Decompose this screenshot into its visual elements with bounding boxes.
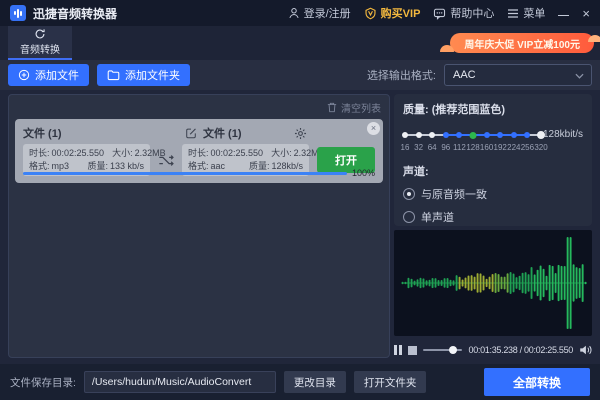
chat-icon: [433, 7, 446, 20]
stop-icon[interactable]: [408, 345, 417, 355]
help-center-button[interactable]: 帮助中心: [433, 5, 494, 21]
login-button[interactable]: 登录/注册: [288, 5, 351, 21]
plus-circle-icon: [18, 69, 30, 81]
save-dir-label: 文件保存目录:: [10, 376, 76, 389]
progress-percent: 100%: [351, 168, 375, 178]
chevron-down-icon: [575, 73, 584, 79]
file-list-panel: 清空列表 文件 (1) 文件 (1) 时长: 00:02:25.550 大小: …: [8, 94, 390, 358]
quality-settings-panel: 质量: (推荐范围蓝色) 16 32 64 96 112 128 160 192…: [394, 94, 592, 247]
target-duration: 00:02:25.550: [210, 148, 264, 158]
volume-icon[interactable]: [579, 344, 592, 356]
file-card: 文件 (1) 文件 (1) 时长: 00:02:25.550 大小: 2.32M…: [15, 119, 383, 183]
toolbar: 添加文件 添加文件夹 选择输出格式: AAC: [0, 60, 600, 90]
pause-icon[interactable]: [394, 345, 402, 355]
quality-label: 质量: (推荐范围蓝色): [403, 104, 506, 116]
radio-selected-icon: [403, 188, 415, 200]
progress-bar: [23, 171, 347, 175]
menu-button[interactable]: 菜单: [507, 5, 545, 21]
rename-icon[interactable]: [185, 127, 197, 139]
bitrate-dot-160[interactable]: [483, 132, 490, 138]
playback-thumb[interactable]: [448, 346, 457, 354]
bitrate-dot-224[interactable]: [510, 132, 517, 138]
bitrate-dot-96[interactable]: [442, 132, 449, 138]
bitrate-dot-64[interactable]: [429, 132, 436, 138]
cloud-decoration: [440, 45, 455, 52]
settings-gear-icon[interactable]: [294, 127, 307, 140]
remove-file-icon[interactable]: ×: [367, 122, 380, 135]
titlebar: 迅捷音频转换器 登录/注册 购买VIP 帮助中心 菜单 ×: [0, 0, 600, 26]
bitrate-dot-16[interactable]: [402, 132, 408, 138]
tab-bar: 音频转换 周年庆大促 VIP立减100元: [0, 26, 600, 60]
app-title: 迅捷音频转换器: [33, 6, 118, 21]
minimize-button[interactable]: [558, 14, 570, 16]
bitrate-dot-192[interactable]: [497, 132, 504, 138]
add-file-button[interactable]: 添加文件: [8, 64, 89, 86]
convert-arrows-icon: [158, 154, 174, 167]
bitrate-slider[interactable]: 16 32 64 96 112 128 160 192 224 256 320: [401, 129, 548, 155]
audio-converter-window: 迅捷音频转换器 登录/注册 购买VIP 帮助中心 菜单 × 音频转换 周年庆大促…: [0, 0, 600, 400]
channel-option-original[interactable]: 与原音频一致: [403, 186, 583, 202]
bitrate-dot-128-selected[interactable]: [469, 131, 477, 139]
open-folder-button[interactable]: 打开文件夹: [353, 371, 427, 393]
clear-list-button[interactable]: 清空列表: [327, 100, 381, 115]
tab-label: 音频转换: [20, 45, 60, 56]
radio-icon: [403, 211, 415, 223]
add-folder-button[interactable]: 添加文件夹: [97, 64, 190, 86]
source-file-title: 文件 (1): [23, 128, 62, 140]
buy-vip-button[interactable]: 购买VIP: [364, 5, 420, 21]
hamburger-icon: [507, 8, 519, 19]
tab-audio-convert[interactable]: 音频转换: [8, 26, 72, 60]
cloud-decoration: [588, 35, 600, 42]
bitrate-dot-112[interactable]: [456, 132, 463, 138]
close-button[interactable]: ×: [582, 7, 590, 20]
change-dir-button[interactable]: 更改目录: [283, 371, 346, 393]
main-area: 清空列表 文件 (1) 文件 (1) 时长: 00:02:25.550 大小: …: [0, 90, 600, 364]
refresh-icon: [34, 28, 46, 40]
trash-icon: [327, 102, 337, 113]
player-controls: 00:01:35.238 / 00:02:25.550: [394, 340, 592, 360]
conversion-progress: 100%: [23, 168, 375, 178]
vip-promo-banner[interactable]: 周年庆大促 VIP立减100元: [440, 33, 600, 53]
folder-icon: [107, 69, 120, 81]
channel-option-mono[interactable]: 单声道: [403, 209, 583, 225]
source-duration: 00:02:25.550: [51, 148, 105, 158]
user-icon: [288, 7, 300, 19]
promo-text: 周年庆大促 VIP立减100元: [464, 39, 580, 51]
bitrate-dot-256[interactable]: [524, 132, 531, 138]
channel-label: 声道:: [403, 166, 429, 178]
waveform-svg: [401, 237, 587, 329]
save-dir-input[interactable]: [83, 371, 276, 393]
output-format-value: AAC: [453, 69, 476, 81]
bitrate-value: 128kbit/s: [542, 129, 583, 140]
playback-time: 00:01:35.238 / 00:02:25.550: [468, 345, 573, 355]
bitrate-dot-32[interactable]: [415, 132, 422, 138]
playback-slider[interactable]: [423, 345, 463, 355]
output-format-label: 选择输出格式:: [366, 70, 436, 82]
target-file-title: 文件 (1): [203, 128, 242, 140]
output-format-select[interactable]: AAC: [444, 64, 592, 86]
bottom-bar: 文件保存目录: 更改目录 打开文件夹 全部转换: [0, 364, 600, 400]
app-logo-icon: [10, 5, 26, 21]
convert-all-button[interactable]: 全部转换: [484, 368, 590, 396]
vip-badge-icon: [364, 7, 377, 20]
waveform-preview: [394, 230, 592, 336]
